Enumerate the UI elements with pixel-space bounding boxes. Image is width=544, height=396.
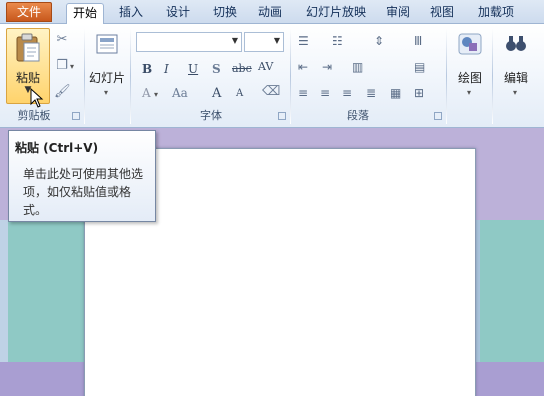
mouse-cursor-icon <box>30 88 44 108</box>
smartart-icon[interactable]: ⊞ <box>414 86 424 100</box>
editing-label: 编辑 <box>503 71 528 85</box>
font-group-label: 字体 <box>200 109 222 122</box>
tab-animations[interactable]: 动画 <box>252 3 288 24</box>
chevron-down-icon[interactable]: ▾ <box>104 88 108 97</box>
strikethrough-button[interactable]: abc <box>232 62 252 75</box>
tab-file[interactable]: 文件 <box>6 2 52 22</box>
tooltip-title: 粘贴 (Ctrl+V) <box>15 141 99 155</box>
format-painter-icon[interactable]: 🖌 <box>54 84 71 100</box>
paragraph-group-label: 段落 <box>347 109 369 122</box>
align-left-icon[interactable]: ≡ <box>298 86 308 100</box>
clipboard-paste-icon <box>16 33 40 62</box>
bullets-icon[interactable]: ☰ <box>298 34 309 48</box>
clear-formatting-icon[interactable]: ⌫ <box>262 84 280 100</box>
bold-button[interactable]: B <box>142 62 152 76</box>
text-direction-icon[interactable]: Ⅲ <box>414 34 422 48</box>
tab-review[interactable]: 审阅 <box>380 3 416 24</box>
clipboard-launcher-icon[interactable] <box>72 112 80 120</box>
new-slide-button[interactable]: 幻灯片 ▾ <box>88 32 126 97</box>
distributed-icon[interactable]: ▦ <box>390 86 401 100</box>
clipboard-group-label: 剪贴板 <box>17 109 51 122</box>
chevron-down-icon[interactable]: ▾ <box>513 88 517 97</box>
tab-design[interactable]: 设计 <box>160 3 196 24</box>
group-divider <box>446 28 447 124</box>
change-case-button[interactable]: Aa <box>172 86 188 100</box>
slide-background <box>480 220 544 382</box>
chevron-down-icon[interactable]: ▾ <box>154 90 158 99</box>
tooltip-body: 单击此处可使用其他选项，如仅粘贴值或格式。 <box>23 167 144 217</box>
paste-label: 粘贴 <box>15 71 40 85</box>
decrease-indent-icon[interactable]: ⇤ <box>298 60 308 74</box>
ribbon-home: 粘贴 ▼ ✂ ❐ ▾ 🖌 剪贴板 幻灯片 ▾ ▼ ▼ B I U S abc A… <box>0 24 544 128</box>
copy-icon[interactable]: ❐ <box>54 58 70 74</box>
chevron-down-icon[interactable]: ▾ <box>467 88 471 97</box>
font-color-button[interactable]: A <box>142 86 151 100</box>
line-spacing-icon[interactable]: ⇕ <box>374 34 384 48</box>
ribbon-tab-bar: 文件 开始 插入 设计 切换 动画 幻灯片放映 审阅 视图 加载项 <box>0 0 544 25</box>
columns-icon[interactable]: ▥ <box>352 60 363 74</box>
shadow-button[interactable]: S <box>212 62 221 76</box>
italic-button[interactable]: I <box>164 62 169 76</box>
justify-icon[interactable]: ≣ <box>366 86 376 100</box>
tab-home[interactable]: 开始 <box>66 3 104 25</box>
group-divider <box>84 28 85 124</box>
paste-tooltip: 粘贴 (Ctrl+V) 单击此处可使用其他选项，如仅粘贴值或格式。 <box>8 130 156 222</box>
chevron-down-icon[interactable]: ▼ <box>274 36 280 45</box>
tab-slideshow[interactable]: 幻灯片放映 <box>300 3 372 24</box>
drawing-label: 绘图 <box>457 71 482 85</box>
paragraph-launcher-icon[interactable] <box>434 112 442 120</box>
group-divider <box>130 28 131 124</box>
drawing-button[interactable]: 绘图 ▾ <box>450 32 490 97</box>
font-size-combo[interactable]: ▼ <box>244 32 284 52</box>
font-name-combo[interactable]: ▼ <box>136 32 242 52</box>
character-spacing-button[interactable]: AV <box>258 60 273 73</box>
new-slide-icon <box>96 34 118 54</box>
tab-addins[interactable]: 加载项 <box>472 3 520 24</box>
slide-background <box>8 220 84 382</box>
tab-view[interactable]: 视图 <box>424 3 460 24</box>
tab-transitions[interactable]: 切换 <box>207 3 243 24</box>
editing-button[interactable]: 编辑 ▾ <box>496 32 536 97</box>
new-slide-label: 幻灯片 <box>88 71 125 85</box>
chevron-down-icon[interactable]: ▾ <box>70 62 74 71</box>
shapes-icon <box>458 33 482 55</box>
align-right-icon[interactable]: ≡ <box>342 86 352 100</box>
chevron-down-icon[interactable]: ▼ <box>232 36 238 45</box>
align-text-icon[interactable]: ▤ <box>414 60 425 74</box>
binoculars-icon <box>506 36 526 51</box>
shrink-font-button[interactable]: A <box>236 88 243 99</box>
font-launcher-icon[interactable] <box>278 112 286 120</box>
underline-button[interactable]: U <box>188 62 198 76</box>
group-divider <box>492 28 493 124</box>
tab-insert[interactable]: 插入 <box>113 3 149 24</box>
group-divider <box>290 28 291 124</box>
align-center-icon[interactable]: ≡ <box>320 86 330 100</box>
cut-icon[interactable]: ✂ <box>54 32 70 48</box>
grow-font-button[interactable]: A <box>212 86 221 101</box>
increase-indent-icon[interactable]: ⇥ <box>322 60 332 74</box>
numbering-icon[interactable]: ☷ <box>332 34 343 48</box>
